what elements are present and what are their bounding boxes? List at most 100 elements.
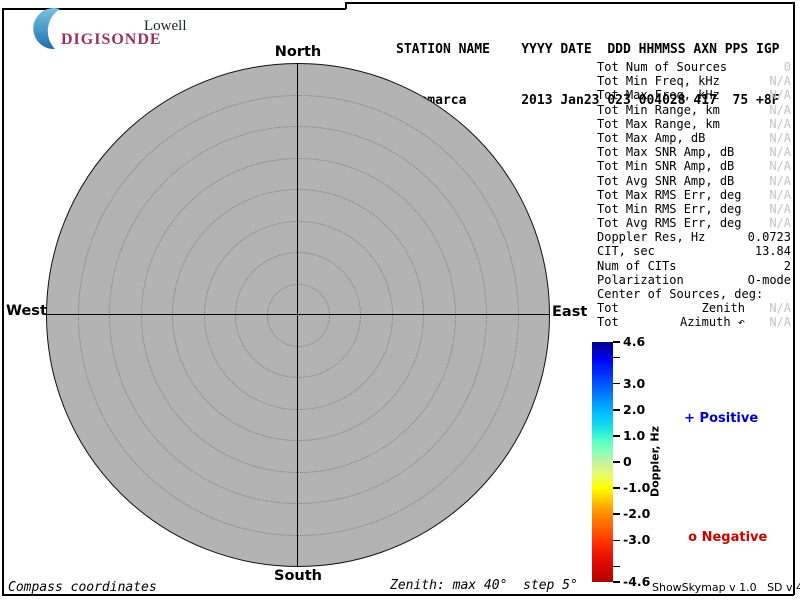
stats-label: Tot Max RMS Err, deg (597, 188, 742, 202)
colorbar-tick (613, 487, 620, 488)
stats-row: Tot Min Range, km N/A (597, 103, 791, 117)
stats-value: 0.0723 (748, 230, 791, 244)
colorbar-tick-label: -3.0 (623, 532, 650, 547)
stats-row: Tot Max Amp, dB N/A (597, 131, 791, 145)
stats-value: N/A (769, 315, 791, 329)
stats-label: Tot (597, 301, 619, 315)
stats-value: O-mode (748, 273, 791, 287)
stats-mid-label: Zenith (702, 301, 745, 315)
stats-row: Tot Max RMS Err, deg N/A (597, 188, 791, 202)
stats-value: N/A (769, 202, 791, 216)
stats-row: Tot Zenith N/A (597, 301, 791, 315)
skymap-horizontal-axis (46, 314, 550, 315)
colorbar-tick-label: 0 (623, 454, 632, 469)
stats-label: Tot Min Freq, kHz (597, 74, 720, 88)
circle-marker-icon: o (688, 530, 697, 545)
stats-value: N/A (769, 74, 791, 88)
legend-negative: o Negative (670, 515, 767, 560)
stats-row: Doppler Res, Hz 0.0723 (597, 230, 791, 244)
stats-mid-label: Azimuth ↶ (680, 315, 745, 329)
legend-positive: + Positive (666, 396, 758, 441)
stats-label: Doppler Res, Hz (597, 230, 705, 244)
stats-label: Tot Min Range, km (597, 103, 720, 117)
stats-label: CIT, sec (597, 244, 655, 258)
stats-row: Num of CITs 2 (597, 259, 791, 273)
stats-row: Tot Num of Sources 0 (597, 60, 791, 74)
stats-label: Center of Sources, deg: (597, 287, 763, 301)
colorbar-tick-label: -2.0 (623, 506, 650, 521)
stats-label: Tot Min RMS Err, deg (597, 202, 742, 216)
colorbar-tick-label: 4.6 (623, 334, 645, 349)
compass-label-east: East (552, 304, 587, 320)
stats-value: N/A (769, 88, 791, 102)
stats-value: N/A (769, 174, 791, 188)
compass-label-west: West (6, 303, 44, 319)
colorbar-tick (613, 566, 620, 567)
stats-row: Tot Max Freq, kHz N/A (597, 88, 791, 102)
colorbar-tick-label: -4.6 (623, 574, 650, 589)
stats-label: Polarization (597, 273, 684, 287)
stats-label: Tot Min SNR Amp, dB (597, 159, 734, 173)
colorbar-tick (613, 409, 620, 410)
stats-value: N/A (769, 301, 791, 315)
logo-digisonde-text: DIGISONDE (61, 31, 162, 49)
stats-value: N/A (769, 117, 791, 131)
stats-label: Tot Max SNR Amp, dB (597, 145, 734, 159)
version-label: ShowSkymap v 1.0 SD v 4.2 (652, 581, 800, 594)
stats-label: Tot Avg SNR Amp, dB (597, 174, 734, 188)
colorbar-axis-title: Doppler, Hz (649, 407, 662, 517)
stats-label: Tot Num of Sources (597, 60, 727, 74)
stats-row: CIT, sec13.84 (597, 244, 791, 258)
colorbar-tick (613, 341, 620, 342)
compass-label-south: South (250, 568, 346, 584)
stats-value: N/A (769, 103, 791, 117)
stats-row: Center of Sources, deg: (597, 287, 791, 301)
compass-label-north: North (250, 44, 346, 60)
stats-value: 2 (784, 259, 791, 273)
plus-marker-icon: + (684, 411, 695, 426)
colorbar-tick (613, 581, 620, 582)
legend-negative-label: Negative (702, 530, 768, 545)
legend-positive-label: Positive (700, 411, 759, 426)
colorbar-tick (613, 383, 620, 384)
stats-row: Tot Avg RMS Err, deg N/A (597, 216, 791, 230)
doppler-colorbar (592, 342, 613, 582)
stats-label: Tot Max Freq, kHz (597, 88, 720, 102)
colorbar-tick-label: -1.0 (623, 480, 650, 495)
stats-label: Num of CITs (597, 259, 676, 273)
stats-row: Tot Avg SNR Amp, dB N/A (597, 174, 791, 188)
colorbar-tick-label: 2.0 (623, 402, 645, 417)
stats-value: N/A (769, 188, 791, 202)
stats-row: Tot Max Range, km N/A (597, 117, 791, 131)
colorbar-tick (613, 357, 620, 358)
stats-row: Polarization O-mode (597, 273, 791, 287)
stats-value: N/A (769, 145, 791, 159)
stats-row: Tot Max SNR Amp, dB N/A (597, 145, 791, 159)
colorbar-tick (613, 540, 620, 541)
stats-label: Tot Max Amp, dB (597, 131, 705, 145)
stats-row: Tot Azimuth ↶ N/A (597, 315, 791, 329)
coordinates-mode-label: Compass coordinates (8, 580, 157, 595)
stats-row: Tot Min SNR Amp, dB N/A (597, 159, 791, 173)
colorbar-tick (613, 435, 620, 436)
colorbar-tick (613, 513, 620, 514)
stats-row: Tot Min Freq, kHz N/A (597, 74, 791, 88)
window-border (2, 8, 4, 595)
colorbar-tick-label: 3.0 (623, 376, 645, 391)
showskymap-window: Lowell DIGISONDE STATION NAME YYYY DATE … (0, 0, 800, 600)
window-border (345, 2, 347, 9)
stats-value: 0 (784, 60, 791, 74)
stats-value: N/A (769, 131, 791, 145)
stats-label: Tot Max Range, km (597, 117, 720, 131)
colorbar-tick-label: 1.0 (623, 428, 645, 443)
station-header-columns: STATION NAME YYYY DATE DDD HHMMSS AXN PP… (396, 41, 780, 58)
window-border (345, 2, 794, 4)
stats-label: Tot Avg RMS Err, deg (597, 216, 742, 230)
stats-label: Tot (597, 315, 619, 329)
window-border (793, 2, 795, 595)
zenith-range-label: Zenith: max 40° step 5° (390, 578, 578, 593)
stats-value: N/A (769, 216, 791, 230)
stats-panel: Tot Num of Sources0Tot Min Freq, kHzN/AT… (597, 60, 791, 330)
stats-row: Tot Min RMS Err, deg N/A (597, 202, 791, 216)
stats-value: N/A (769, 159, 791, 173)
